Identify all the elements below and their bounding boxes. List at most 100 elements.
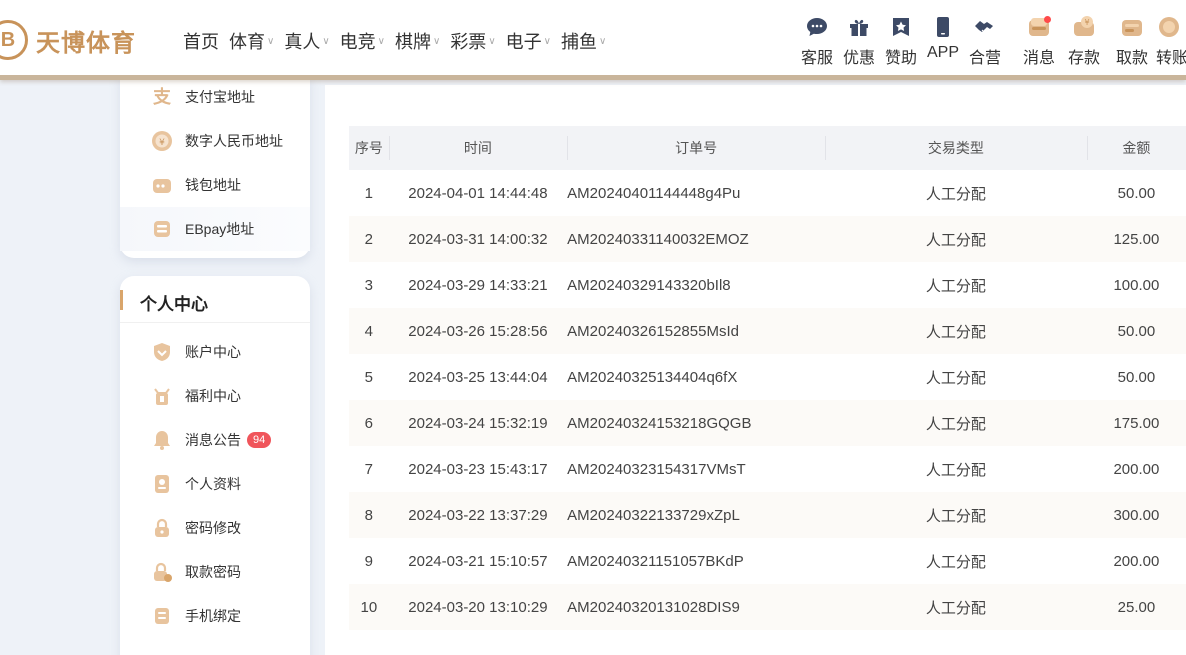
tool-transfer[interactable]: 转账 [1156, 14, 1186, 68]
sidebar-address-card: 支 支付宝地址 ¥ 数字人民币地址 钱包地址 EBpay地址 [120, 75, 310, 258]
table-row: 5 2024-03-25 13:44:04 AM20240325134404q6fX… [349, 354, 1186, 400]
cell-type: 人工分配 [925, 599, 986, 617]
nav-chess[interactable]: 棋牌 ∨ [395, 28, 440, 54]
cell-amount: 175.00 [1113, 414, 1160, 432]
chevron-down-icon: ∨ [267, 35, 275, 47]
table-row: 4 2024-03-26 15:28:56 AM20240326152855MsId… [349, 308, 1186, 354]
cell-amount: 25.00 [1117, 598, 1156, 616]
nav-slots[interactable]: 电子 ∨ [506, 28, 551, 54]
star-badge-icon [888, 14, 914, 40]
tool-partner[interactable]: 合营 [964, 14, 1006, 68]
cell-type: 人工分配 [925, 369, 986, 387]
section-title: 个人中心 [140, 295, 208, 314]
nav-fishing[interactable]: 捕鱼 ∨ [561, 28, 606, 54]
sidebar-item-account[interactable]: 账户中心 [150, 340, 241, 364]
sidebar-item-ebpay[interactable]: EBpay地址 [120, 207, 310, 251]
lock-icon [150, 516, 174, 540]
section-accent-bar [120, 290, 123, 310]
sidebar-label: 钱包地址 [185, 177, 241, 193]
cell-time: 2024-03-21 15:10:57 [408, 552, 548, 570]
tool-withdraw[interactable]: 取款 [1108, 14, 1156, 68]
cell-amount: 100.00 [1113, 276, 1160, 294]
cell-time: 2024-03-26 15:28:56 [408, 322, 548, 340]
table-row: 3 2024-03-29 14:33:21 AM20240329143320bIl8… [349, 262, 1186, 308]
cell-no: 5 [364, 368, 373, 386]
sidebar-item-welfare[interactable]: 福利中心 [150, 384, 241, 408]
cell-type: 人工分配 [925, 323, 986, 341]
cell-no: 10 [360, 598, 378, 616]
sidebar-label: EBpay地址 [185, 221, 255, 237]
cell-amount: 200.00 [1113, 552, 1160, 570]
sidebar-item-digital-rmb[interactable]: ¥ 数字人民币地址 [150, 129, 283, 153]
transaction-table: 序号 时间 订单号 交易类型 金额 1 2024-04-01 14:44:48 AM… [349, 126, 1186, 630]
nav-esports[interactable]: 电竞 ∨ [340, 28, 385, 54]
chevron-down-icon: ∨ [377, 35, 385, 47]
cell-order: AM20240329143320bIl8 [567, 276, 731, 294]
svg-text:¥: ¥ [159, 138, 165, 148]
tool-deposit[interactable]: ¥ 存款 [1060, 14, 1108, 68]
cell-no: 4 [364, 322, 373, 340]
cell-order: AM20240331140032EMOZ [567, 230, 749, 248]
sidebar-item-alipay[interactable]: 支 支付宝地址 [150, 85, 255, 109]
cell-time: 2024-03-31 14:00:32 [408, 230, 548, 248]
cell-order: AM20240325134404q6fX [567, 368, 738, 386]
gift-icon [846, 14, 872, 40]
handshake-icon [972, 14, 998, 40]
sidebar-item-wallet[interactable]: 钱包地址 [150, 173, 241, 197]
nav-home[interactable]: 首页 [183, 28, 219, 54]
cell-time: 2024-03-29 14:33:21 [408, 276, 548, 294]
tool-promo[interactable]: 优惠 [838, 14, 880, 68]
table-row: 2 2024-03-31 14:00:32 AM20240331140032EMOZ… [349, 216, 1186, 262]
tool-messages[interactable]: 消息 [1018, 14, 1060, 68]
brand-logo[interactable]: B 天博体育 [0, 18, 136, 62]
nav-label: 真人 [284, 32, 321, 52]
cell-order: AM20240401144448g4Pu [567, 184, 741, 202]
col-header-time: 时间 [388, 136, 568, 160]
sidebar-item-notices[interactable]: 消息公告 94 [150, 428, 272, 452]
chevron-down-icon: ∨ [598, 35, 607, 47]
sidebar-item-password[interactable]: 密码修改 [150, 516, 241, 540]
sidebar-item-phone-bind[interactable]: 手机绑定 [150, 604, 241, 628]
cell-time: 2024-03-25 13:44:04 [408, 368, 548, 386]
sidebar-label: 福利中心 [185, 388, 241, 404]
table-row: 7 2024-03-23 15:43:17 AM20240323154317VMsT… [349, 446, 1186, 492]
sidebar-label: 手机绑定 [185, 608, 241, 624]
wallet-icon [150, 173, 174, 197]
nav-label: 电子 [505, 32, 542, 52]
col-header-no: 序号 [354, 140, 383, 156]
sidebar-label: 支付宝地址 [185, 89, 255, 105]
nav-label: 体育 [229, 32, 265, 52]
tool-service[interactable]: 客服 [796, 14, 838, 68]
ebpay-icon [150, 217, 174, 241]
cell-type: 人工分配 [925, 231, 986, 249]
cell-order: AM20240323154317VMsT [567, 460, 746, 478]
welfare-icon [150, 384, 174, 408]
nav-lottery[interactable]: 彩票 ∨ [450, 28, 495, 54]
shield-icon [150, 340, 174, 364]
divider [120, 322, 310, 323]
tool-sponsor[interactable]: 赞助 [880, 14, 922, 68]
cell-type: 人工分配 [925, 277, 986, 295]
header-tools: 客服 优惠 赞助 APP 合营 消息 ¥ 存款 取款 转账 [796, 14, 1186, 68]
cell-time: 2024-03-23 15:43:17 [408, 460, 548, 478]
bell-icon [150, 428, 174, 452]
sidebar-label: 密码修改 [185, 520, 241, 536]
sidebar-item-withdraw-password[interactable]: 取款密码 [150, 560, 241, 584]
nav-label: 棋牌 [394, 32, 431, 52]
sidebar-item-profile[interactable]: 个人资料 [150, 472, 241, 496]
brand-name: 天博体育 [36, 29, 136, 57]
table-header: 序号 时间 订单号 交易类型 金额 [349, 126, 1186, 170]
nav-sports[interactable]: 体育 ∨ [229, 28, 274, 54]
sidebar-label: 个人资料 [185, 476, 241, 492]
cell-type: 人工分配 [925, 415, 986, 433]
cell-time: 2024-03-22 13:37:29 [408, 506, 548, 524]
col-header-order: 订单号 [567, 136, 825, 160]
cell-amount: 50.00 [1117, 368, 1156, 386]
nav-live[interactable]: 真人 ∨ [284, 28, 329, 54]
tool-label: 赞助 [884, 50, 917, 67]
cell-type: 人工分配 [925, 461, 986, 479]
tool-app[interactable]: APP [922, 14, 964, 68]
cell-time: 2024-03-20 13:10:29 [408, 598, 548, 616]
tool-label: 转账 [1156, 50, 1186, 67]
cell-time: 2024-04-01 14:44:48 [408, 184, 548, 202]
